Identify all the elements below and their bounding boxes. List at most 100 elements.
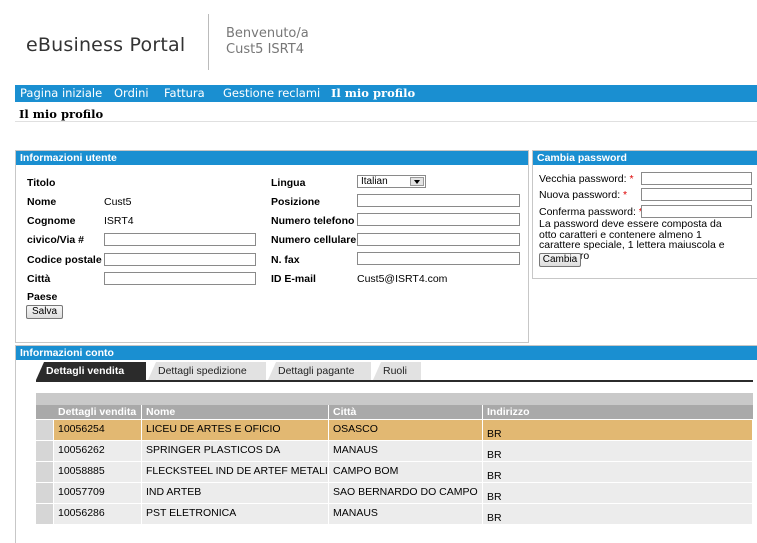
table-row[interactable]: 10058885 FLECKSTEEL IND DE ARTEF METALI … xyxy=(36,462,753,483)
password-title: Cambia password xyxy=(533,151,757,165)
page-title: Il mio profilo xyxy=(19,107,104,121)
nav-invoice[interactable]: Fattura xyxy=(164,86,205,100)
cell-name: PST ELETRONICA xyxy=(142,504,329,524)
telefono-label: Numero telefono xyxy=(271,215,355,227)
old-password-label: Vecchia password: * xyxy=(539,173,634,185)
cell-sales-id: 10056254 xyxy=(54,420,142,440)
citta-input[interactable] xyxy=(104,272,256,285)
cell-sales-id: 10056286 xyxy=(54,504,142,524)
cell-sales-id: 10057709 xyxy=(54,483,142,503)
tab-underline xyxy=(36,380,753,382)
row-selector[interactable] xyxy=(36,420,54,440)
brand-logo: eBusiness Portal xyxy=(26,34,186,56)
col-header-name[interactable]: Nome xyxy=(142,405,328,419)
cell-name: FLECKSTEEL IND DE ARTEF METALI xyxy=(142,462,329,482)
table-row[interactable]: 10057709 IND ARTEB SAO BERNARDO DO CAMPO… xyxy=(36,483,753,504)
tab-shipping-details[interactable]: Dettagli spedizione xyxy=(148,362,266,380)
lingua-value: Italian xyxy=(361,176,388,187)
old-password-text: Vecchia password: xyxy=(539,173,627,185)
cell-address: BR xyxy=(483,441,753,461)
cell-address: BR xyxy=(483,483,753,503)
table-row[interactable]: 10056254 LICEU DE ARTES E OFICIO OSASCO … xyxy=(36,420,753,441)
lingua-select[interactable]: Italian xyxy=(357,175,426,188)
cell-name: SPRINGER PLASTICOS DA AMAZONIA xyxy=(142,441,329,474)
lingua-label: Lingua xyxy=(271,177,306,189)
welcome-user: Cust5 ISRT4 xyxy=(226,42,304,57)
confirm-password-text: Conferma password: xyxy=(539,206,636,218)
cell-city: MANAUS xyxy=(329,441,483,461)
nav-my-profile[interactable]: Il mio profilo xyxy=(331,86,415,100)
fax-label: N. fax xyxy=(271,254,300,266)
divider xyxy=(15,121,757,122)
col-header-selector xyxy=(36,405,54,419)
new-password-input[interactable] xyxy=(641,188,752,201)
chevron-down-icon xyxy=(410,177,424,186)
paese-label: Paese xyxy=(27,291,58,303)
cognome-value: ISRT4 xyxy=(104,215,134,227)
new-password-label: Nuova password: * xyxy=(539,189,627,201)
cell-address: BR xyxy=(483,504,753,524)
civico-label: civico/Via # xyxy=(27,234,85,246)
cell-sales-id: 10058885 xyxy=(54,462,142,482)
required-mark: * xyxy=(629,173,634,185)
user-info-title: Informazioni utente xyxy=(16,151,528,165)
row-selector[interactable] xyxy=(36,483,54,503)
cap-input[interactable] xyxy=(104,253,256,266)
cell-name: LICEU DE ARTES E OFICIO xyxy=(142,420,329,440)
col-header-city[interactable]: Città xyxy=(329,405,482,419)
row-selector[interactable] xyxy=(36,504,54,524)
cellulare-input[interactable] xyxy=(357,233,520,246)
required-mark: * xyxy=(623,189,628,201)
cell-city: MANAUS xyxy=(329,504,483,524)
header-divider xyxy=(208,14,209,70)
row-selector[interactable] xyxy=(36,441,54,461)
nav-orders[interactable]: Ordini xyxy=(114,86,149,100)
welcome-text: Benvenuto/a Cust5 ISRT4 xyxy=(226,26,309,58)
row-selector[interactable] xyxy=(36,462,54,482)
posizione-input[interactable] xyxy=(357,194,520,207)
titolo-label: Titolo xyxy=(27,177,56,189)
table-row[interactable]: 10056286 PST ELETRONICA MANAUS BR xyxy=(36,504,753,525)
nav-home[interactable]: Pagina iniziale xyxy=(20,86,102,100)
tab-roles[interactable]: Ruoli xyxy=(373,362,421,380)
civico-input[interactable] xyxy=(104,233,256,246)
user-info-panel: Informazioni utente Titolo Nome Cust5 Co… xyxy=(15,150,529,343)
cell-city: CAMPO BOM xyxy=(329,462,483,482)
table-row[interactable]: 10056262 SPRINGER PLASTICOS DA AMAZONIA … xyxy=(36,441,753,474)
account-info-panel: Informazioni conto Dettagli vendita Dett… xyxy=(15,345,757,543)
cell-sales-id: 10056262 xyxy=(54,441,142,461)
posizione-label: Posizione xyxy=(271,196,321,208)
fax-input[interactable] xyxy=(357,252,520,265)
cell-city: SAO BERNARDO DO CAMPO xyxy=(329,483,483,503)
nome-label: Nome xyxy=(27,196,57,208)
cap-label: Codice postale xyxy=(27,254,102,266)
email-value: Cust5@ISRT4.com xyxy=(357,273,448,285)
nome-value: Cust5 xyxy=(104,196,132,208)
confirm-password-input[interactable] xyxy=(641,205,752,218)
cellulare-label: Numero cellulare xyxy=(271,234,357,246)
cell-name: IND ARTEB xyxy=(142,483,329,503)
col-header-sales[interactable]: Dettagli vendita xyxy=(54,405,141,419)
confirm-password-label: Conferma password: * xyxy=(539,206,643,218)
telefono-input[interactable] xyxy=(357,213,520,226)
citta-label: Città xyxy=(27,273,51,285)
save-button[interactable]: Salva xyxy=(26,305,63,319)
tab-payer-details[interactable]: Dettagli pagante xyxy=(268,362,371,380)
grid-toolbar xyxy=(36,393,753,405)
old-password-input[interactable] xyxy=(641,172,752,185)
nav-claims[interactable]: Gestione reclami xyxy=(223,86,320,100)
main-nav: Pagina iniziale Ordini Fattura Gestione … xyxy=(15,85,757,102)
change-password-button[interactable]: Cambia xyxy=(539,253,581,267)
cognome-label: Cognome xyxy=(27,215,76,227)
col-header-address[interactable]: Indirizzo xyxy=(483,405,753,419)
welcome-greeting: Benvenuto/a xyxy=(226,26,309,41)
tab-sales-details[interactable]: Dettagli vendita xyxy=(36,362,146,380)
header: eBusiness Portal Benvenuto/a Cust5 ISRT4 xyxy=(0,0,757,80)
password-panel: Cambia password Vecchia password: * Nuov… xyxy=(532,150,757,279)
email-label: ID E-mail xyxy=(271,273,316,285)
cell-address: BR xyxy=(483,462,753,482)
cell-city: OSASCO xyxy=(329,420,483,440)
cell-address: BR xyxy=(483,420,753,440)
account-info-title: Informazioni conto xyxy=(16,346,757,360)
new-password-text: Nuova password: xyxy=(539,189,621,201)
